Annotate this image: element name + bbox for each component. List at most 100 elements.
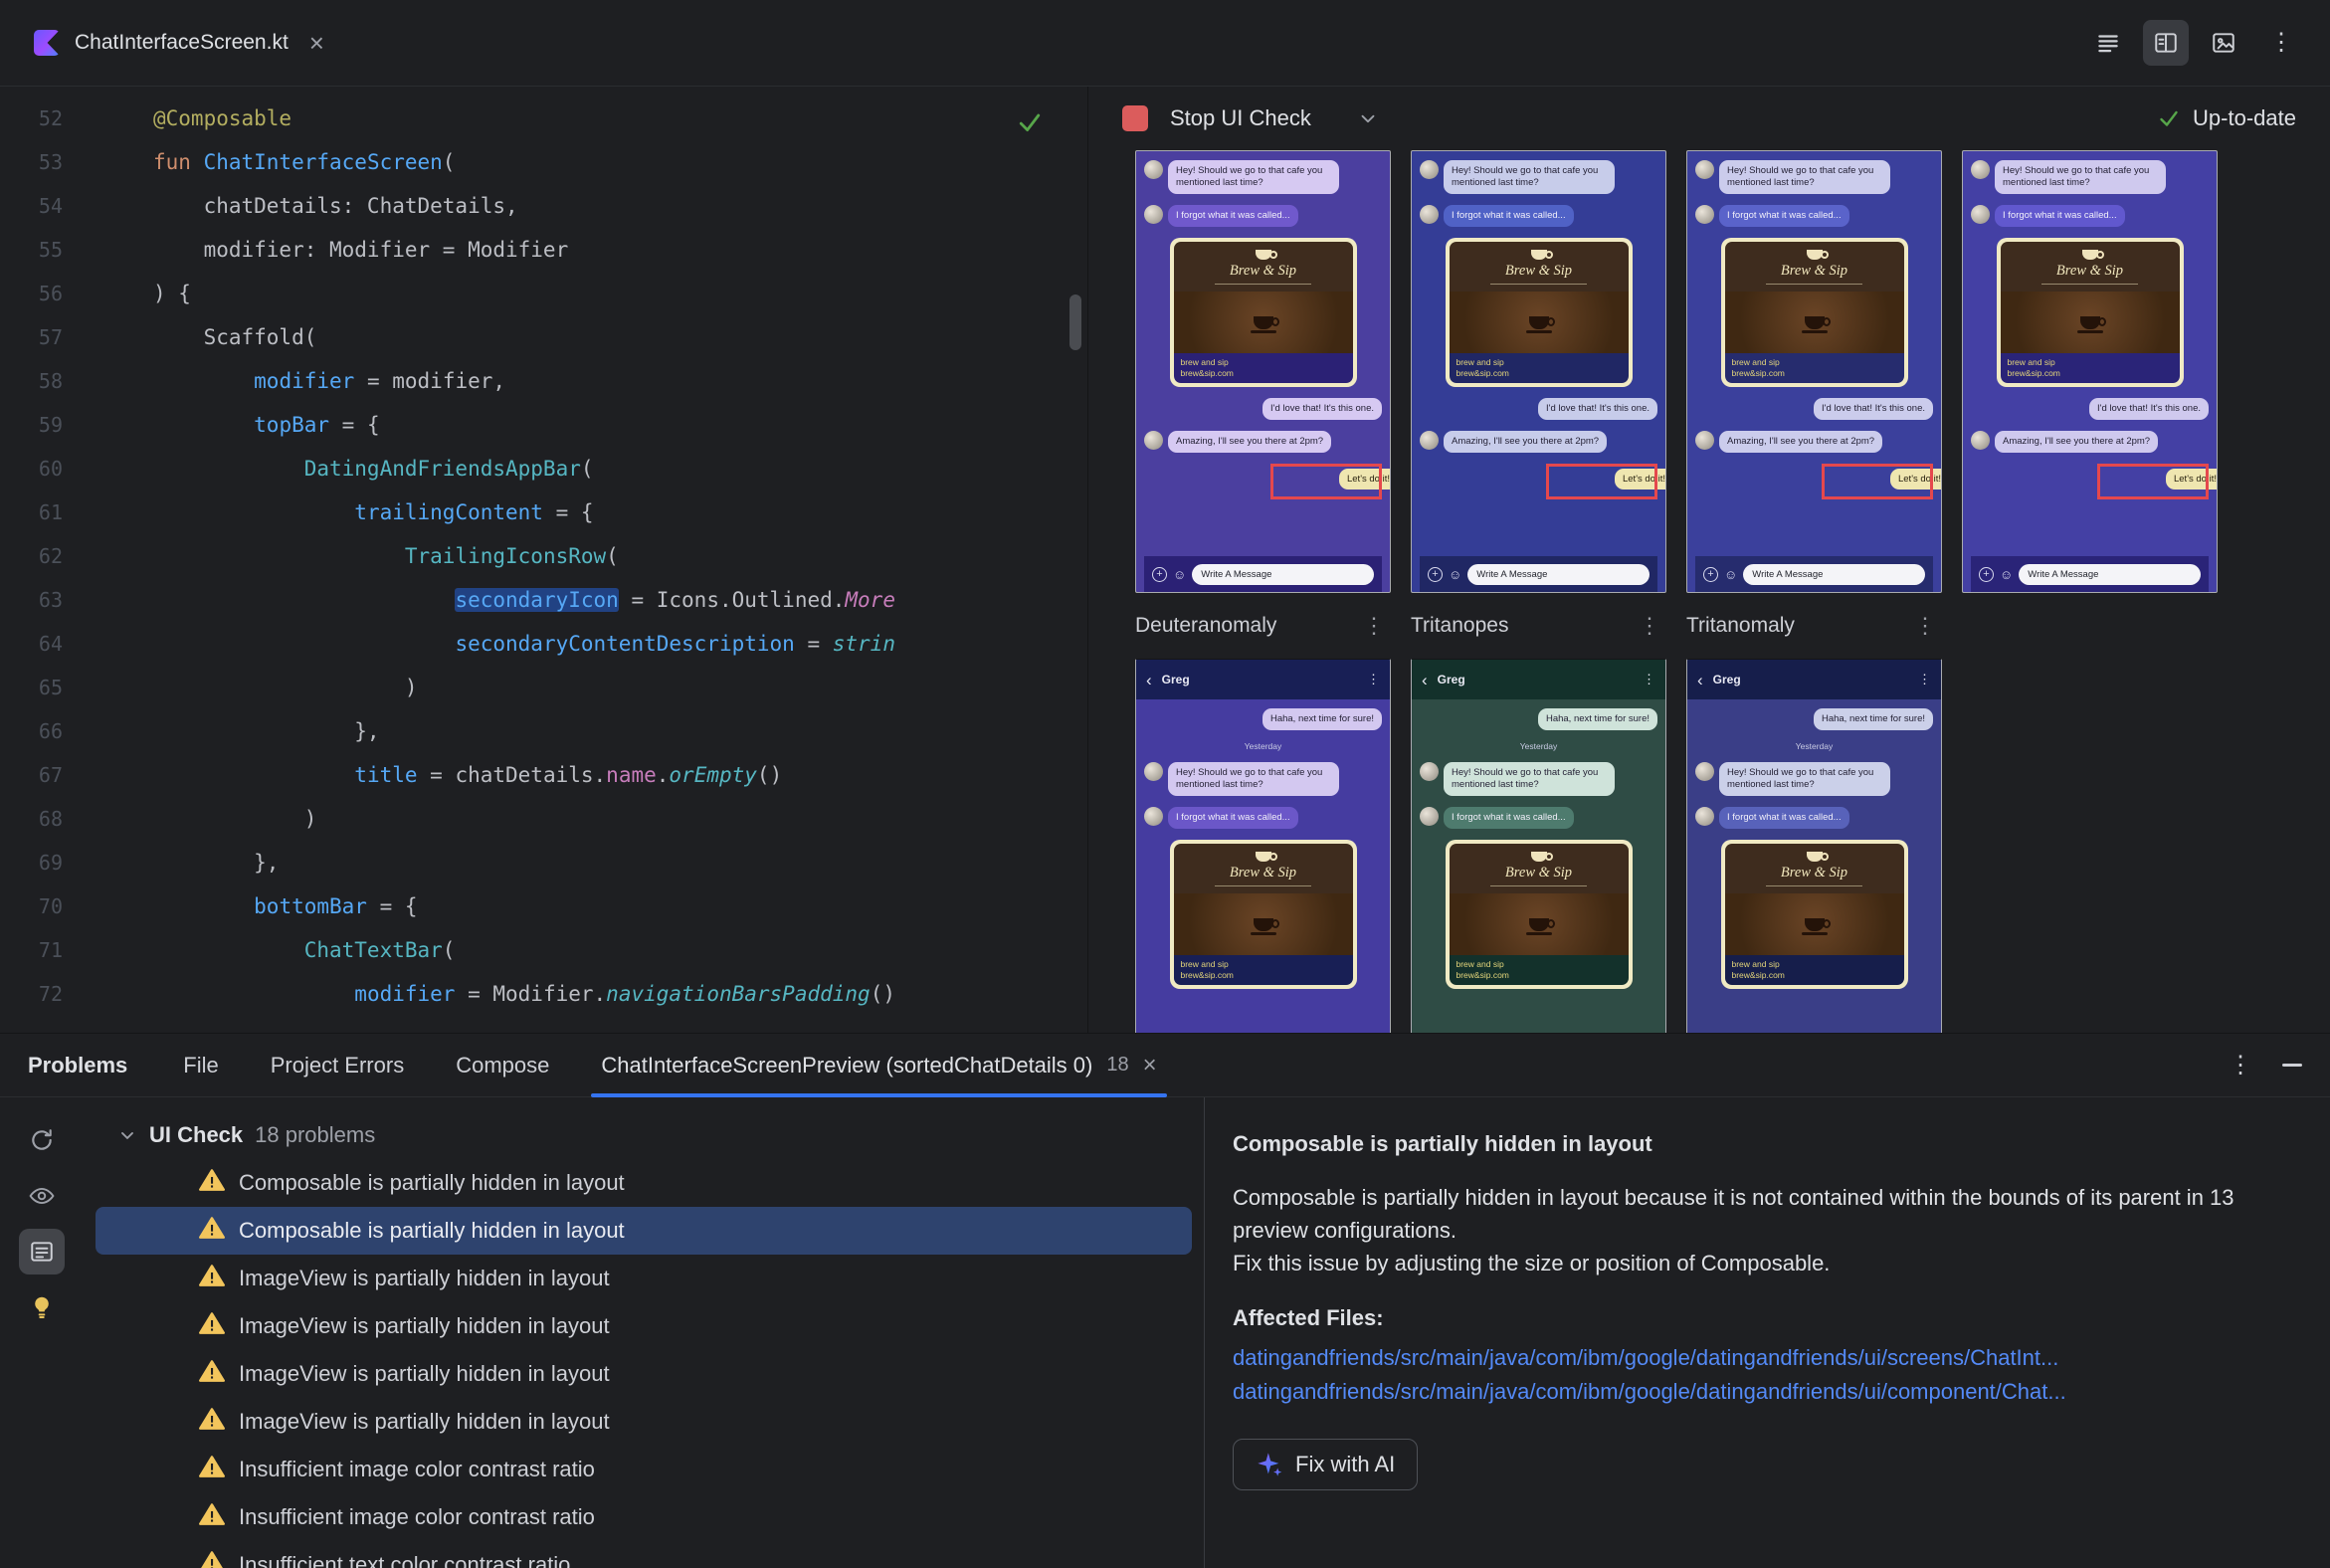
chat-menu-kebab-icon[interactable]: ⋮ — [1643, 672, 1655, 687]
coffee-cup-icon — [1255, 250, 1277, 260]
editor-tab[interactable]: ChatInterfaceScreen.kt × — [26, 0, 332, 86]
chat-menu-kebab-icon[interactable]: ⋮ — [1367, 672, 1380, 687]
preview-options-kebab-icon[interactable]: ⋮ — [1639, 613, 1666, 639]
problem-list-item[interactable]: ImageView is partially hidden in layout — [96, 1302, 1192, 1350]
add-attachment-icon[interactable]: + — [1703, 566, 1718, 582]
design-view-icon[interactable] — [2201, 20, 2246, 66]
code-line[interactable]: 62 TrailingIconsRow( — [0, 534, 1087, 578]
code-line[interactable]: 61 trailingContent = { — [0, 490, 1087, 534]
preview-variant-cell: Tritanopes ⋮ — [1411, 613, 1666, 639]
panel-options-kebab-icon[interactable]: ⋮ — [2229, 1053, 2252, 1078]
problem-list-item[interactable]: Insufficient text color contrast ratio — [96, 1541, 1192, 1568]
affected-file-link[interactable]: datingandfriends/src/main/java/com/ibm/g… — [1233, 1341, 2294, 1375]
emoji-icon[interactable]: ☺ — [1449, 568, 1461, 581]
panel-tab-3[interactable]: ChatInterfaceScreenPreview (sortedChatDe… — [591, 1034, 1167, 1097]
panel-tab-0[interactable]: File — [183, 1034, 218, 1096]
problem-list-item[interactable]: Composable is partially hidden in layout — [96, 1159, 1192, 1207]
editor-scrollbar[interactable] — [1069, 294, 1081, 350]
preview-options-kebab-icon[interactable]: ⋮ — [1363, 613, 1391, 639]
add-attachment-icon[interactable]: + — [1428, 566, 1443, 582]
code-line[interactable]: 66 }, — [0, 709, 1087, 753]
chat-bubble: I forgot what it was called... — [1168, 205, 1298, 227]
code-line[interactable]: 57 Scaffold( — [0, 315, 1087, 359]
preview-phone[interactable]: ‹ Greg ⋮ Haha, next time for sure! Yesterday… — [1135, 659, 1391, 1033]
problem-list-item[interactable]: Insufficient image color contrast ratio — [96, 1446, 1192, 1493]
add-attachment-icon[interactable]: + — [1979, 566, 1994, 582]
fix-with-ai-button[interactable]: Fix with AI — [1233, 1439, 1419, 1490]
code-line[interactable]: 70 bottomBar = { — [0, 884, 1087, 928]
preview-phone[interactable]: Hey! Should we go to that cafe you menti… — [1962, 150, 2218, 593]
code-line[interactable]: 58 modifier = modifier, — [0, 359, 1087, 403]
code-view-icon[interactable] — [2085, 20, 2131, 66]
code-line[interactable]: 54 chatDetails: ChatDetails, — [0, 184, 1087, 228]
inspections-ok-icon[interactable] — [1016, 108, 1044, 141]
code-line[interactable]: 67 title = chatDetails.name.orEmpty() — [0, 753, 1087, 797]
stop-ui-check-button[interactable]: Stop UI Check — [1170, 105, 1311, 131]
refresh-icon[interactable] — [19, 1117, 65, 1163]
code-line[interactable]: 64 secondaryContentDescription = strin — [0, 622, 1087, 666]
code-line[interactable]: 59 topBar = { — [0, 403, 1087, 447]
chat-body: Haha, next time for sure! Yesterday Hey! S… — [1412, 699, 1665, 1033]
split-view-icon[interactable] — [2143, 20, 2189, 66]
preview-phone[interactable]: Hey! Should we go to that cafe you menti… — [1686, 150, 1942, 593]
code-line[interactable]: 60 DatingAndFriendsAppBar( — [0, 447, 1087, 490]
code-line[interactable]: 52 @Composable — [0, 97, 1087, 140]
code-line[interactable]: 56) { — [0, 272, 1087, 315]
add-attachment-icon[interactable]: + — [1152, 566, 1167, 582]
preview-options-kebab-icon[interactable]: ⋮ — [1914, 613, 1942, 639]
minimize-panel-icon[interactable] — [2282, 1064, 2302, 1067]
preview-phone[interactable]: Hey! Should we go to that cafe you menti… — [1135, 150, 1391, 593]
chat-message-row: I forgot what it was called... — [1144, 807, 1382, 829]
code-line[interactable]: 68 ) — [0, 797, 1087, 841]
code-line[interactable]: 69 }, — [0, 841, 1087, 884]
problem-list-item[interactable]: Composable is partially hidden in layout — [96, 1207, 1192, 1255]
chat-menu-kebab-icon[interactable]: ⋮ — [1918, 672, 1931, 687]
preview-canvas[interactable]: Hey! Should we go to that cafe you menti… — [1088, 150, 2330, 1033]
back-icon[interactable]: ‹ — [1697, 672, 1703, 688]
chat-message-row: Amazing, I'll see you there at 2pm? — [1420, 431, 1657, 453]
emoji-icon[interactable]: ☺ — [1724, 568, 1737, 581]
code-line[interactable]: 63 secondaryIcon = Icons.Outlined.More — [0, 578, 1087, 622]
chevron-down-icon[interactable] — [1357, 107, 1379, 129]
preview-eye-icon[interactable] — [19, 1173, 65, 1219]
problem-list-item[interactable]: ImageView is partially hidden in layout — [96, 1398, 1192, 1446]
back-icon[interactable]: ‹ — [1422, 672, 1428, 688]
coffee-cup-icon — [1806, 852, 1829, 862]
emoji-icon[interactable]: ☺ — [1173, 568, 1186, 581]
problem-list-item[interactable]: Insufficient image color contrast ratio — [96, 1493, 1192, 1541]
lightbulb-icon[interactable] — [19, 1284, 65, 1330]
stop-icon[interactable] — [1122, 105, 1148, 131]
editor-options-kebab-icon[interactable]: ⋮ — [2258, 20, 2304, 66]
code-line[interactable]: 72 modifier = Modifier.navigationBarsPad… — [0, 972, 1087, 1016]
message-input[interactable]: Write A Message — [1743, 563, 1925, 585]
code-line[interactable]: 55 modifier: Modifier = Modifier — [0, 228, 1087, 272]
chat-bubble: I forgot what it was called... — [1168, 807, 1298, 829]
card-caption-2: brew&sip.com — [2007, 368, 2060, 378]
problem-detail-body: Composable is partially hidden in layout… — [1233, 1185, 2234, 1243]
tab-close-icon[interactable]: × — [1143, 1052, 1157, 1079]
chat-message-row: I forgot what it was called... — [1420, 807, 1657, 829]
affected-file-link[interactable]: datingandfriends/src/main/java/com/ibm/g… — [1233, 1375, 2294, 1409]
message-input[interactable]: Write A Message — [1467, 563, 1650, 585]
avatar — [1971, 431, 1990, 450]
preview-phone[interactable]: ‹ Greg ⋮ Haha, next time for sure! Yesterday… — [1411, 659, 1666, 1033]
back-icon[interactable]: ‹ — [1146, 672, 1152, 688]
chevron-down-icon[interactable] — [117, 1125, 137, 1145]
problem-list-item[interactable]: ImageView is partially hidden in layout — [96, 1255, 1192, 1302]
problems-group-header[interactable]: UI Check 18 problems — [84, 1111, 1204, 1159]
code-line[interactable]: 65 ) — [0, 666, 1087, 709]
code-line[interactable]: 53 fun ChatInterfaceScreen( — [0, 140, 1087, 184]
code-text: secondaryIcon = Icons.Outlined.More — [455, 588, 895, 612]
message-input[interactable]: Write A Message — [1192, 563, 1374, 585]
emoji-icon[interactable]: ☺ — [2000, 568, 2013, 581]
message-input[interactable]: Write A Message — [2019, 563, 2201, 585]
preview-phone[interactable]: ‹ Greg ⋮ Haha, next time for sure! Yesterday… — [1686, 659, 1942, 1033]
code-editor[interactable]: 52 @Composable 53 fun ChatInterfaceScreen(5… — [0, 87, 1088, 1033]
panel-tab-2[interactable]: Compose — [456, 1034, 549, 1096]
code-line[interactable]: 71 ChatTextBar( — [0, 928, 1087, 972]
tab-close-icon[interactable]: × — [309, 28, 324, 59]
problem-list-item[interactable]: ImageView is partially hidden in layout — [96, 1350, 1192, 1398]
preview-phone[interactable]: Hey! Should we go to that cafe you menti… — [1411, 150, 1666, 593]
report-view-icon[interactable] — [19, 1229, 65, 1274]
panel-tab-1[interactable]: Project Errors — [271, 1034, 404, 1096]
